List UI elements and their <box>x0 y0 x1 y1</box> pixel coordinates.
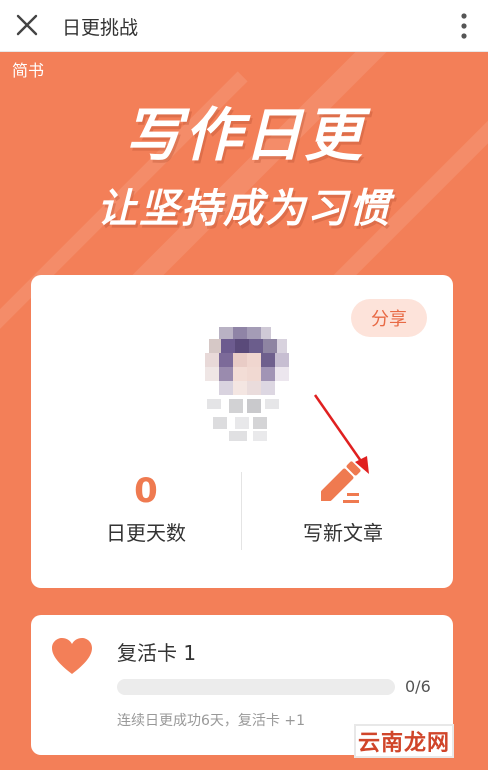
profile-card: 分享 0 日更天数 写新文章 <box>31 275 453 588</box>
slogan-line2: 让坚持成为习惯 <box>97 186 391 232</box>
page-title: 日更挑战 <box>62 17 139 39</box>
revive-progress-text: 0/6 <box>405 677 431 696</box>
app-bar: 日更挑战 <box>0 0 488 52</box>
heart-icon <box>52 638 92 674</box>
divider <box>241 472 242 550</box>
brand-label: 简书 <box>12 61 45 80</box>
watermark-logo: 云南龙网 <box>354 724 454 758</box>
avatar[interactable] <box>199 317 295 445</box>
revive-card-title: 复活卡 1 <box>117 641 197 665</box>
revive-progress-bar <box>117 679 395 695</box>
revive-description: 连续日更成功6天，复活卡 +1 <box>117 713 305 729</box>
days-count: 0 <box>134 471 158 511</box>
write-new-article-label[interactable]: 写新文章 <box>243 517 443 546</box>
days-label: 日更天数 <box>106 521 186 545</box>
share-button[interactable]: 分享 <box>351 299 427 337</box>
slogan-line1: 写作日更 <box>123 101 364 169</box>
close-icon[interactable] <box>14 12 40 38</box>
more-vertical-icon[interactable] <box>458 12 470 40</box>
pencil-icon[interactable] <box>313 461 367 509</box>
